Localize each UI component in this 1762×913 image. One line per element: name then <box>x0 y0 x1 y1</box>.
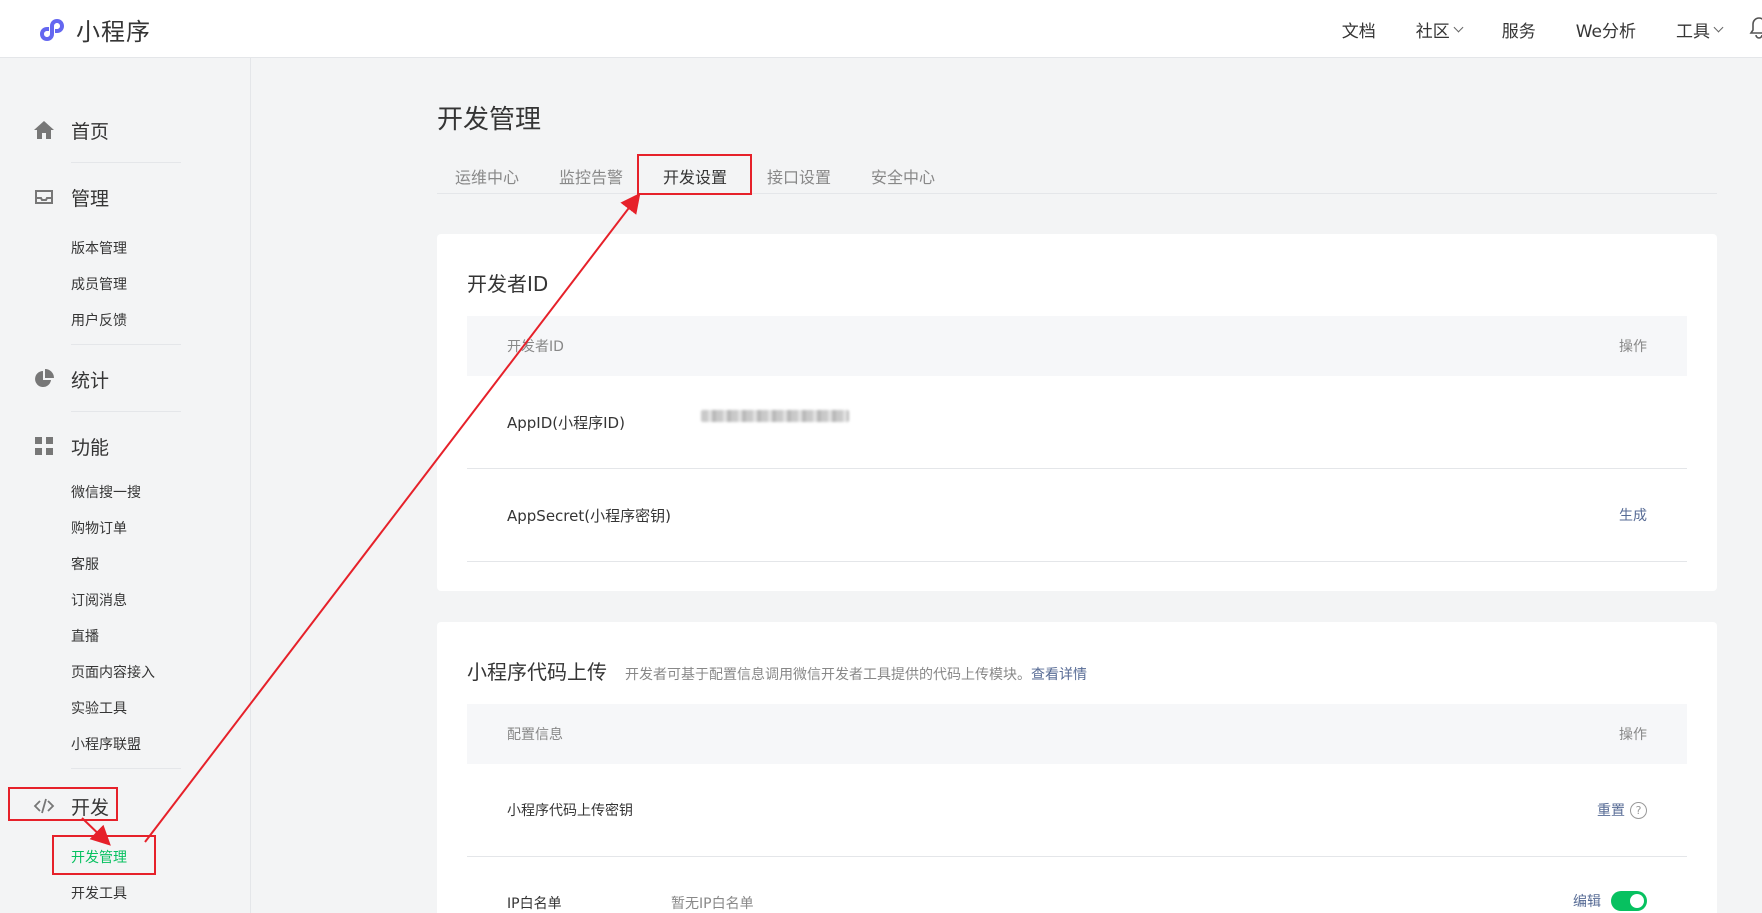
nav-tools[interactable]: 工具 <box>1676 17 1724 42</box>
table-row-upload-key: 小程序代码上传密钥 重置? <box>467 764 1687 857</box>
nav-we-analytics[interactable]: We分析 <box>1576 17 1636 42</box>
sidebar: 首页 管理 版本管理 成员管理 用户反馈 统计 功能 微信搜一搜 购物订单 客服… <box>0 58 251 913</box>
sidebar-divider <box>71 768 181 769</box>
home-icon <box>34 121 54 139</box>
code-upload-table-header: 配置信息 操作 <box>467 704 1687 764</box>
sidebar-item-dev-manage[interactable]: 开发管理 <box>71 847 127 867</box>
brand-logo[interactable]: 小程序 <box>34 12 151 47</box>
sidebar-item-dev-tools[interactable]: 开发工具 <box>71 883 127 903</box>
col-config-info: 配置信息 <box>507 727 563 743</box>
brand-name: 小程序 <box>76 18 151 46</box>
col-developer-id: 开发者ID <box>507 339 564 355</box>
table-row-appsecret: AppSecret(小程序密钥) 生成 <box>467 469 1687 562</box>
bell-icon[interactable] <box>1748 16 1762 40</box>
pie-chart-icon <box>35 369 54 387</box>
page-title: 开发管理 <box>437 105 542 135</box>
developer-id-title: 开发者ID <box>467 272 549 296</box>
sidebar-item-page-content[interactable]: 页面内容接入 <box>71 662 155 682</box>
nav-we-analytics-label: We分析 <box>1575 21 1636 42</box>
code-upload-title-wrap: 小程序代码上传 开发者可基于配置信息调用微信开发者工具提供的代码上传模块。查看详情 <box>467 656 1087 685</box>
generate-secret-button[interactable]: 生成 <box>1619 505 1647 525</box>
developer-id-card: 开发者ID 开发者ID 操作 AppID(小程序ID) AppSecret(小程… <box>437 234 1717 591</box>
reset-key-action: 重置? <box>1597 800 1647 820</box>
top-nav: 文档 社区 服务 We分析 工具 <box>1342 0 1762 58</box>
tab-monitoring[interactable]: 监控告警 <box>559 164 623 188</box>
nav-community[interactable]: 社区 <box>1415 17 1464 42</box>
ip-whitelist-value: 暂无IP白名单 <box>671 896 754 912</box>
miniprogram-logo-icon <box>40 18 64 41</box>
developer-id-table-header: 开发者ID 操作 <box>467 316 1687 376</box>
sidebar-divider <box>71 344 181 345</box>
col-action: 操作 <box>1619 339 1647 355</box>
tab-ops-center[interactable]: 运维中心 <box>455 164 519 188</box>
appsecret-label: AppSecret(小程序密钥) <box>507 507 671 525</box>
sidebar-divider <box>71 162 181 163</box>
grid-icon <box>35 437 53 455</box>
code-upload-desc-text: 开发者可基于配置信息调用微信开发者工具提供的代码上传模块。 <box>625 667 1031 683</box>
table-row-ip-whitelist: IP白名单 暂无IP白名单 编辑 <box>467 857 1687 913</box>
sidebar-item-experiment-tools[interactable]: 实验工具 <box>71 698 127 718</box>
tab-api-settings[interactable]: 接口设置 <box>767 164 831 188</box>
appid-value-redacted <box>701 410 849 422</box>
sidebar-item-member-manage[interactable]: 成员管理 <box>71 274 127 294</box>
sidebar-item-manage-label: 管理 <box>71 187 110 210</box>
tab-dev-settings[interactable]: 开发设置 <box>663 164 727 188</box>
sidebar-item-stats-label: 统计 <box>71 369 110 392</box>
chevron-down-icon <box>1453 22 1464 32</box>
top-bar: 小程序 文档 社区 服务 We分析 工具 <box>0 0 1762 58</box>
sidebar-item-customer-service[interactable]: 客服 <box>71 554 99 574</box>
sidebar-item-live[interactable]: 直播 <box>71 626 99 646</box>
sidebar-item-wechat-search[interactable]: 微信搜一搜 <box>71 482 141 502</box>
help-icon[interactable]: ? <box>1630 801 1647 819</box>
inbox-icon <box>35 190 53 204</box>
sidebar-item-version-manage[interactable]: 版本管理 <box>71 238 127 258</box>
sidebar-item-user-feedback[interactable]: 用户反馈 <box>71 310 127 330</box>
ip-whitelist-label: IP白名单 <box>507 896 562 912</box>
nav-tools-label: 工具 <box>1676 21 1710 42</box>
sidebar-item-home-label: 首页 <box>71 120 110 143</box>
sidebar-item-features-label: 功能 <box>71 436 110 459</box>
sidebar-item-subscribe-messages[interactable]: 订阅消息 <box>71 590 127 610</box>
nav-community-label: 社区 <box>1415 21 1450 42</box>
sidebar-divider <box>71 411 181 412</box>
chevron-down-icon <box>1713 22 1724 32</box>
nav-docs[interactable]: 文档 <box>1342 17 1376 42</box>
tab-security-center[interactable]: 安全中心 <box>871 164 935 188</box>
col-action: 操作 <box>1619 727 1647 743</box>
appid-label: AppID(小程序ID) <box>507 414 625 432</box>
view-details-link[interactable]: 查看详情 <box>1031 667 1087 683</box>
ip-whitelist-actions: 编辑 <box>1573 891 1647 911</box>
nav-services-label: 服务 <box>1501 21 1536 42</box>
reset-key-button[interactable]: 重置 <box>1597 800 1625 820</box>
code-upload-title: 小程序代码上传 <box>467 660 607 684</box>
sidebar-item-miniprogram-alliance[interactable]: 小程序联盟 <box>71 734 141 754</box>
upload-key-label: 小程序代码上传密钥 <box>507 803 633 819</box>
table-row-appid: AppID(小程序ID) <box>467 376 1687 469</box>
nav-docs-label: 文档 <box>1341 21 1376 42</box>
code-icon <box>33 798 55 814</box>
sidebar-item-shopping-orders[interactable]: 购物订单 <box>71 518 127 538</box>
code-upload-card: 小程序代码上传 开发者可基于配置信息调用微信开发者工具提供的代码上传模块。查看详情… <box>437 622 1717 913</box>
nav-services[interactable]: 服务 <box>1502 17 1536 42</box>
sidebar-item-dev-label: 开发 <box>71 796 110 819</box>
ip-whitelist-toggle[interactable] <box>1611 891 1647 911</box>
tab-bar: 运维中心 监控告警 开发设置 接口设置 安全中心 <box>437 152 1717 194</box>
code-upload-description: 开发者可基于配置信息调用微信开发者工具提供的代码上传模块。查看详情 <box>625 667 1087 683</box>
edit-ip-whitelist-button[interactable]: 编辑 <box>1573 891 1601 911</box>
